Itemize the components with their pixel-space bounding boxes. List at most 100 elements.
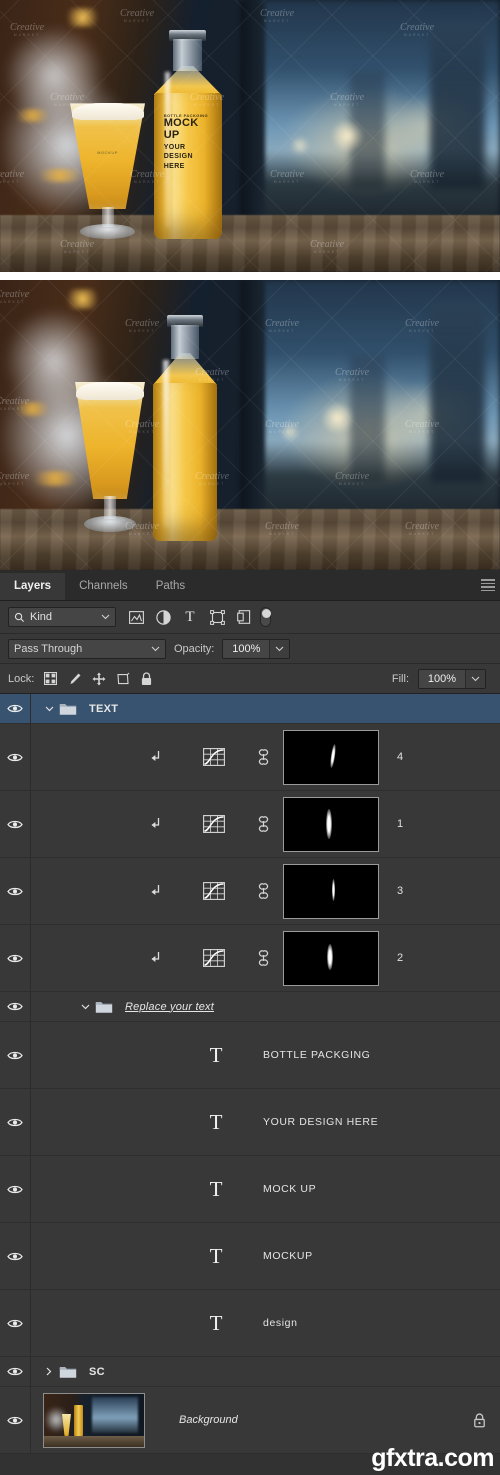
eye-icon[interactable] (0, 1318, 30, 1329)
layer-row-text-group[interactable]: TEXT (0, 694, 500, 724)
layer-row-adjustment-4[interactable]: 4 (0, 724, 500, 791)
bottle-label-text: BOTTLE PACKGING MOCK UP YOUR DESIGN HERE (163, 112, 215, 171)
eye-icon[interactable] (0, 1366, 30, 1377)
tab-channels[interactable]: Channels (65, 573, 142, 600)
layer-row-text-bottle-packging[interactable]: T BOTTLE PACKGING (0, 1022, 500, 1089)
filter-kind-label: Kind (30, 611, 53, 623)
type-layer-icon[interactable]: T (201, 1111, 231, 1133)
layer-mask-thumbnail[interactable] (283, 930, 379, 986)
hamburger-menu-icon[interactable] (481, 579, 495, 591)
opacity-value[interactable]: 100% (223, 639, 270, 658)
shape-layer-filter-icon[interactable] (209, 609, 225, 625)
column-divider (30, 791, 31, 857)
layer-row-text-mockup[interactable]: T MOCKUP (0, 1223, 500, 1290)
bokeh-light (290, 136, 310, 156)
curves-adjustment-icon[interactable] (201, 748, 227, 766)
mask-stroke (327, 944, 334, 971)
tab-layers[interactable]: Layers (0, 573, 66, 600)
type-layer-icon[interactable]: T (201, 1178, 231, 1200)
curves-adjustment-icon[interactable] (201, 949, 227, 967)
pixel-layer-filter-icon[interactable] (128, 609, 144, 625)
layer-row-adjustment-2[interactable]: 2 (0, 925, 500, 992)
type-layer-icon[interactable]: T (201, 1312, 231, 1334)
eye-icon[interactable] (0, 1184, 30, 1195)
eye-icon[interactable] (0, 1001, 30, 1012)
lock-position-icon[interactable] (91, 671, 106, 686)
beer-foam (76, 381, 144, 400)
type-layer-icon[interactable]: T (201, 1245, 231, 1267)
chevron-down-icon (101, 614, 110, 620)
type-layer-icon[interactable]: T (201, 1044, 231, 1066)
glass-label-text: MOCKUP (97, 149, 118, 155)
beer-glass (75, 381, 145, 533)
link-layers-icon[interactable] (253, 749, 273, 765)
layer-row-adjustment-3[interactable]: 3 (0, 858, 500, 925)
eye-icon[interactable] (0, 1050, 30, 1061)
layer-mask-thumbnail[interactable] (283, 863, 379, 919)
eye-icon[interactable] (0, 819, 30, 830)
chevron-down-icon[interactable] (77, 1004, 93, 1010)
opacity-field[interactable]: 100% (222, 638, 291, 659)
eye-icon[interactable] (0, 953, 30, 964)
type-layer-filter-icon[interactable]: T (182, 609, 198, 625)
eye-icon[interactable] (0, 752, 30, 763)
layer-row-text-your-design-here[interactable]: T YOUR DESIGN HERE (0, 1089, 500, 1156)
tab-paths[interactable]: Paths (142, 573, 199, 600)
layer-filter-bar: Kind T (0, 601, 500, 634)
fill-field[interactable]: 100% (418, 668, 486, 689)
beer-bottle (145, 314, 225, 541)
beer-glass: MOCKUP (70, 103, 145, 240)
bottle-highlight (163, 360, 169, 528)
clipping-mask-arrow-icon (143, 750, 169, 764)
gfxtra-watermark: gfxtra.com (371, 1444, 494, 1472)
eye-icon[interactable] (0, 1117, 30, 1128)
layer-mask-thumbnail[interactable] (283, 796, 379, 852)
lock-all-icon[interactable] (139, 671, 154, 686)
eye-icon[interactable] (0, 886, 30, 897)
label-line-up: UP (163, 128, 180, 141)
curves-adjustment-icon[interactable] (201, 815, 227, 833)
layer-name-text-group: TEXT (89, 702, 119, 715)
smart-object-filter-icon[interactable] (236, 609, 252, 625)
background-layer-thumbnail[interactable] (43, 1392, 145, 1448)
window-frame (240, 0, 265, 234)
fill-value[interactable]: 100% (419, 669, 465, 688)
lock-transparent-pixels-icon[interactable] (43, 671, 58, 686)
opacity-dropdown-chevron-down-icon[interactable] (269, 639, 290, 658)
layer-mask-thumbnail[interactable] (283, 729, 379, 785)
label-line-here: HERE (163, 162, 185, 170)
search-icon (14, 612, 25, 623)
layer-row-adjustment-1[interactable]: 1 (0, 791, 500, 858)
label-line-your: YOUR (163, 143, 186, 151)
link-layers-icon[interactable] (253, 883, 273, 899)
beer-bottle: BOTTLE PACKGING MOCK UP YOUR DESIGN HERE (145, 29, 230, 240)
mask-stroke (331, 879, 336, 902)
layer-name-replace-your-text: Replace your text (125, 1000, 214, 1013)
eye-icon[interactable] (0, 1251, 30, 1262)
label-line-small: BOTTLE PACKGING (163, 112, 209, 118)
screenshot-root: MOCKUP BOTTLE PACKGING MOCK UP YOUR DESI… (0, 0, 500, 1475)
blend-mode-value: Pass Through (14, 642, 83, 655)
clipping-mask-arrow-icon (143, 884, 169, 898)
lock-image-pixels-icon[interactable] (67, 671, 82, 686)
link-layers-icon[interactable] (253, 950, 273, 966)
layer-row-sc-group[interactable]: SC (0, 1357, 500, 1387)
adjustment-layer-filter-icon[interactable] (155, 609, 171, 625)
column-divider (30, 1022, 31, 1088)
chevron-right-icon[interactable] (41, 1367, 57, 1376)
layer-row-text-mock-up[interactable]: T MOCK UP (0, 1156, 500, 1223)
eye-icon[interactable] (0, 1415, 30, 1426)
link-layers-icon[interactable] (253, 816, 273, 832)
lock-artboard-nesting-icon[interactable] (115, 671, 130, 686)
clipping-mask-arrow-icon (143, 951, 169, 965)
chevron-down-icon[interactable] (41, 706, 57, 712)
layer-row-replace-your-text-group[interactable]: Replace your text (0, 992, 500, 1022)
blend-mode-select[interactable]: Pass Through (8, 638, 166, 659)
filter-toggle-switch[interactable] (260, 607, 271, 627)
fill-dropdown-chevron-down-icon[interactable] (465, 669, 485, 688)
curves-adjustment-icon[interactable] (201, 882, 227, 900)
filter-kind-select[interactable]: Kind (8, 607, 116, 627)
locked-layer-icon (473, 1413, 486, 1428)
layer-row-text-design[interactable]: T design (0, 1290, 500, 1357)
eye-icon[interactable] (0, 703, 30, 714)
